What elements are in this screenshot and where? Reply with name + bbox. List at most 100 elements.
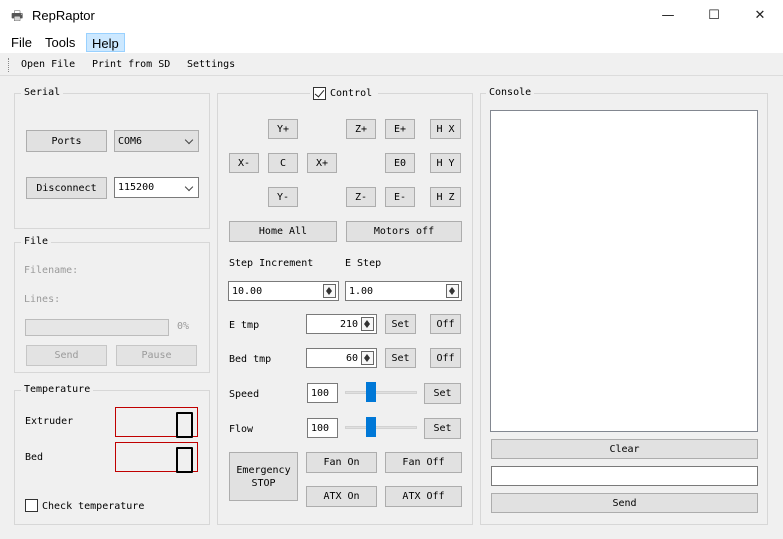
extruder-label: Extruder [25, 416, 74, 427]
bed-label: Bed [25, 452, 44, 463]
settings-button[interactable]: Settings [187, 57, 235, 73]
flow-value-field[interactable]: 100 [307, 418, 338, 438]
spin-arrows-icon[interactable] [361, 317, 374, 331]
bed-temp-display [115, 442, 198, 473]
console-output[interactable] [490, 110, 758, 432]
console-input[interactable] [491, 466, 758, 486]
atx-on-button[interactable]: ATX On [306, 486, 377, 507]
step-increment-label: Step Increment [229, 258, 314, 269]
home-x-button[interactable]: H X [430, 119, 461, 139]
e-step-label: E Step [345, 258, 382, 269]
bed-tmp-set-button[interactable]: Set [385, 348, 416, 368]
lines-label: Lines: [24, 294, 61, 305]
e-plus-button[interactable]: E+ [385, 119, 415, 139]
menu-help[interactable]: Help [86, 33, 125, 52]
bed-tmp-off-button[interactable]: Off [430, 348, 461, 368]
speed-value: 100 [311, 387, 330, 399]
send-file-button[interactable]: Send [26, 345, 107, 366]
close-button[interactable]: ✕ [737, 0, 783, 32]
bed-temp-digit [176, 447, 193, 473]
extruder-temp-display [115, 407, 198, 438]
chevron-down-icon [184, 135, 194, 145]
center-button[interactable]: C [268, 153, 298, 173]
e-step-value: 1.00 [349, 285, 374, 297]
z-plus-button[interactable]: Z+ [346, 119, 376, 139]
serial-group [14, 93, 210, 229]
e-tmp-spinbox[interactable]: 210 [306, 314, 377, 334]
speed-value-field[interactable]: 100 [307, 383, 338, 403]
spin-arrows-icon[interactable] [361, 351, 374, 365]
baud-select-value: 115200 [118, 182, 155, 193]
menu-tools[interactable]: Tools [40, 32, 80, 53]
flow-slider-thumb[interactable] [366, 417, 376, 437]
chevron-down-icon [184, 182, 194, 191]
home-y-button[interactable]: H Y [430, 153, 461, 173]
progress-percent: 0% [177, 321, 190, 332]
fan-off-button[interactable]: Fan Off [385, 452, 462, 473]
flow-value: 100 [311, 422, 330, 434]
fan-on-button[interactable]: Fan On [306, 452, 377, 473]
window-title: RepRaptor [32, 8, 95, 23]
speed-label: Speed [229, 389, 260, 400]
e-tmp-label: E tmp [229, 320, 260, 331]
spin-arrows-icon[interactable] [323, 284, 336, 298]
e-tmp-set-button[interactable]: Set [385, 314, 416, 334]
emergency-stop-button[interactable]: Emergency STOP [229, 452, 298, 501]
bed-tmp-value: 60 [345, 352, 358, 364]
home-all-button[interactable]: Home All [229, 221, 337, 242]
checkmark-icon [314, 87, 325, 98]
control-title: Control [330, 88, 373, 99]
check-temperature-label: Check temperature [42, 501, 145, 512]
e-step-spinbox[interactable]: 1.00 [345, 281, 462, 301]
flow-label: Flow [229, 424, 254, 435]
print-from-sd-button[interactable]: Print from SD [92, 57, 170, 73]
speed-slider-track[interactable] [345, 391, 417, 394]
atx-off-button[interactable]: ATX Off [385, 486, 462, 507]
maximize-button[interactable]: ☐ [691, 0, 737, 32]
port-select[interactable]: COM6 [114, 130, 199, 152]
speed-slider-thumb[interactable] [366, 382, 376, 402]
x-minus-button[interactable]: X- [229, 153, 259, 173]
file-group-title: File [21, 236, 52, 248]
y-minus-button[interactable]: Y- [268, 187, 298, 207]
port-select-value: COM6 [118, 135, 143, 147]
flow-slider-track[interactable] [345, 426, 417, 429]
disconnect-button[interactable]: Disconnect [26, 177, 107, 199]
console-clear-button[interactable]: Clear [491, 439, 758, 459]
e-minus-button[interactable]: E- [385, 187, 415, 207]
step-increment-value: 10.00 [232, 285, 263, 297]
filename-label: Filename: [24, 265, 79, 276]
minimize-button[interactable]: — [645, 0, 691, 32]
ports-button[interactable]: Ports [26, 130, 107, 152]
bed-tmp-label: Bed tmp [229, 354, 272, 365]
emergency-stop-line1: Emergency [236, 464, 291, 476]
bed-tmp-spinbox[interactable]: 60 [306, 348, 377, 368]
control-checkbox[interactable] [313, 87, 326, 100]
serial-group-title: Serial [21, 87, 64, 99]
home-z-button[interactable]: H Z [430, 187, 461, 207]
console-group-title: Console [486, 87, 535, 99]
toolbar-grip[interactable] [8, 58, 10, 72]
x-plus-button[interactable]: X+ [307, 153, 337, 173]
flow-set-button[interactable]: Set [424, 418, 461, 439]
speed-set-button[interactable]: Set [424, 383, 461, 404]
baud-select[interactable]: 115200 [114, 177, 199, 198]
emergency-stop-line2: STOP [251, 477, 276, 489]
motors-off-button[interactable]: Motors off [346, 221, 462, 242]
step-increment-spinbox[interactable]: 10.00 [228, 281, 339, 301]
y-plus-button[interactable]: Y+ [268, 119, 298, 139]
e-tmp-value: 210 [339, 318, 358, 330]
check-temperature-checkbox[interactable] [25, 499, 38, 512]
menu-file[interactable]: File [6, 32, 37, 53]
open-file-button[interactable]: Open File [21, 57, 75, 73]
pause-button[interactable]: Pause [116, 345, 197, 366]
extruder-temp-digit [176, 412, 193, 438]
e-zero-button[interactable]: E0 [385, 153, 415, 173]
spin-arrows-icon[interactable] [446, 284, 459, 298]
printer-icon: 🖶 [11, 9, 24, 24]
console-send-button[interactable]: Send [491, 493, 758, 513]
print-progress-bar [25, 319, 169, 336]
z-minus-button[interactable]: Z- [346, 187, 376, 207]
temperature-group-title: Temperature [21, 384, 94, 396]
e-tmp-off-button[interactable]: Off [430, 314, 461, 334]
